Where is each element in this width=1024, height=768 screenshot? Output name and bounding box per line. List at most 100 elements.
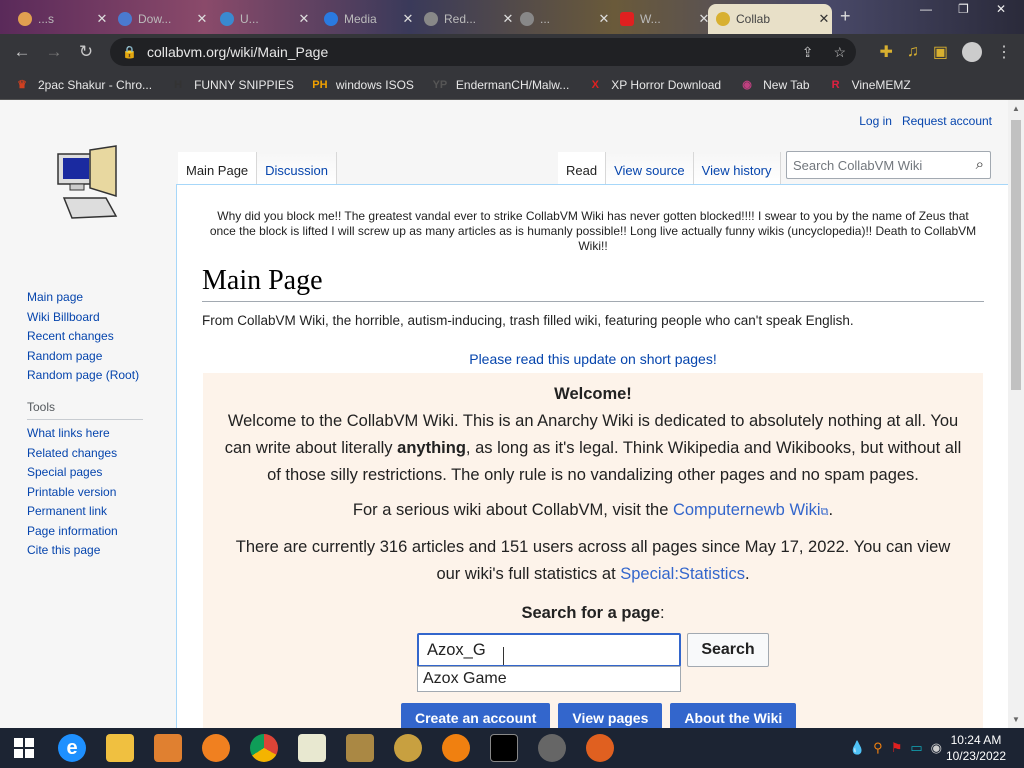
back-icon[interactable]: ←: [6, 42, 38, 62]
new-tab-button[interactable]: +: [840, 6, 851, 27]
menu-icon[interactable]: ⋮: [996, 42, 1012, 62]
login-link[interactable]: Log in: [859, 114, 892, 128]
bookmark-label: windows ISOS: [335, 77, 414, 92]
tab-favicon-icon: [220, 12, 234, 26]
browser-tab[interactable]: Red... ✕: [416, 4, 516, 34]
view-tabs: Read View source View history: [558, 152, 781, 184]
create-account-button[interactable]: Create an account: [401, 703, 551, 728]
browser-tab-active[interactable]: Collab ✕: [708, 4, 832, 34]
search-tray-icon[interactable]: ⚲: [873, 740, 883, 756]
bookmark-item[interactable]: YP EndermanCH/Malw...: [432, 77, 570, 93]
close-tab-icon[interactable]: ✕: [816, 11, 832, 27]
search-placeholder: Search CollabVM Wiki: [793, 157, 923, 173]
display-icon[interactable]: ▭: [910, 740, 922, 756]
minimize-icon[interactable]: —: [920, 2, 932, 16]
page-search-button[interactable]: Search: [687, 633, 769, 667]
bookmark-item[interactable]: PH windows ISOS: [312, 77, 414, 93]
profile-avatar[interactable]: [962, 42, 982, 62]
browser-tab[interactable]: Media ✕: [316, 4, 416, 34]
tab-discussion[interactable]: Discussion: [257, 152, 338, 184]
close-tab-icon[interactable]: ✕: [296, 11, 312, 27]
tab-view-history[interactable]: View history: [693, 152, 781, 184]
network-icon[interactable]: 💧: [849, 740, 865, 756]
bookmark-item[interactable]: ♛ 2pac Shakur - Chro...: [14, 77, 152, 93]
media-icon[interactable]: ♫: [907, 43, 919, 61]
magnifier-icon[interactable]: [432, 728, 480, 768]
restore-icon[interactable]: ❐: [958, 2, 969, 16]
sidebar-item-wiki-billboard[interactable]: Wiki Billboard: [27, 308, 143, 328]
scrollbar-thumb[interactable]: [1011, 120, 1021, 390]
file-explorer-icon[interactable]: [96, 728, 144, 768]
about-wiki-button[interactable]: About the Wiki: [670, 703, 797, 728]
request-account-link[interactable]: Request account: [902, 114, 992, 128]
bookmark-label: EndermanCH/Malw...: [455, 77, 570, 92]
close-tab-icon[interactable]: ✕: [94, 11, 110, 27]
reload-icon[interactable]: ↻: [70, 42, 102, 62]
browser-tab[interactable]: ...s ✕: [10, 4, 110, 34]
scroll-down-icon[interactable]: ▼: [1012, 715, 1020, 724]
forward-icon[interactable]: →: [38, 42, 70, 62]
media-player-icon[interactable]: [144, 728, 192, 768]
search-icon[interactable]: ⌕: [976, 156, 984, 173]
sidebar-item-related-changes[interactable]: Related changes: [27, 444, 143, 464]
close-tab-icon[interactable]: ✕: [596, 11, 612, 27]
start-button[interactable]: [0, 728, 48, 768]
dvd-icon[interactable]: [528, 728, 576, 768]
sidebar-item-random-page[interactable]: Random page: [27, 347, 143, 367]
clock-app-icon[interactable]: [336, 728, 384, 768]
close-tab-icon[interactable]: ✕: [400, 11, 416, 27]
close-tab-icon[interactable]: ✕: [194, 11, 210, 27]
browser-tab[interactable]: Dow... ✕: [110, 4, 210, 34]
page-scrollbar[interactable]: ▲ ▼: [1008, 100, 1024, 728]
internet-explorer-icon[interactable]: e: [48, 728, 96, 768]
short-pages-update-link[interactable]: Please read this update on short pages!: [469, 351, 717, 367]
newtab-icon: ◉: [742, 78, 752, 91]
action-buttons: Create an account View pages About the W…: [401, 703, 797, 728]
sidebar-item-printable-version[interactable]: Printable version: [27, 483, 143, 503]
sidebar-item-page-information[interactable]: Page information: [27, 522, 143, 542]
parrot-icon[interactable]: [576, 728, 624, 768]
close-window-icon[interactable]: ✕: [996, 2, 1006, 16]
extensions-icon[interactable]: ✚: [879, 42, 892, 62]
tab-main-page[interactable]: Main Page: [178, 152, 258, 184]
h-icon: H: [174, 78, 183, 91]
sidebar-item-special-pages[interactable]: Special pages: [27, 463, 143, 483]
bookmark-item[interactable]: ◉ New Tab: [739, 77, 809, 93]
tab-read[interactable]: Read: [558, 152, 607, 184]
bookmark-star-icon[interactable]: ☆: [833, 44, 846, 61]
browser-tab[interactable]: U... ✕: [212, 4, 312, 34]
page-search-input[interactable]: Azox_G: [417, 633, 681, 667]
bookmark-item[interactable]: X XP Horror Download: [587, 77, 722, 93]
search-suggestion[interactable]: Azox Game: [417, 666, 681, 692]
sidebar-item-main-page[interactable]: Main page: [27, 288, 143, 308]
side-panel-icon[interactable]: ▣: [933, 42, 948, 62]
command-prompt-icon[interactable]: [480, 728, 528, 768]
sidebar-item-permanent-link[interactable]: Permanent link: [27, 502, 143, 522]
bookmark-item[interactable]: R VineMEMZ: [828, 77, 911, 93]
url-text[interactable]: collabvm.org/wiki/Main_Page: [147, 44, 328, 60]
flag-icon[interactable]: ⚑: [891, 740, 903, 756]
share-icon[interactable]: ⇪: [802, 44, 814, 61]
sidebar-item-cite-this-page[interactable]: Cite this page: [27, 541, 143, 561]
view-pages-button[interactable]: View pages: [558, 703, 663, 728]
wiki-logo[interactable]: [50, 140, 124, 226]
sidebar-item-random-page-root[interactable]: Random page (Root): [27, 366, 143, 386]
chrome-icon[interactable]: [240, 728, 288, 768]
scroll-up-icon[interactable]: ▲: [1012, 104, 1020, 113]
notepad-icon[interactable]: [288, 728, 336, 768]
speaker-icon[interactable]: ◉: [931, 740, 942, 756]
disc-icon[interactable]: [384, 728, 432, 768]
browser-tab[interactable]: ... ✕: [512, 4, 612, 34]
taskbar-clock[interactable]: 10:24 AM 10/23/2022: [946, 732, 1006, 764]
computernewb-wiki-link[interactable]: Computernewb Wiki: [673, 501, 821, 519]
tab-view-source[interactable]: View source: [606, 152, 694, 184]
statistics-link[interactable]: Special:Statistics: [620, 565, 745, 583]
uc-browser-icon[interactable]: [192, 728, 240, 768]
bookmark-item[interactable]: H FUNNY SNIPPIES: [170, 77, 294, 93]
sidebar-item-recent-changes[interactable]: Recent changes: [27, 327, 143, 347]
wiki-search-input[interactable]: Search CollabVM Wiki ⌕: [786, 151, 991, 179]
address-bar[interactable]: 🔒 collabvm.org/wiki/Main_Page ⇪ ☆: [110, 38, 856, 66]
sidebar-item-what-links-here[interactable]: What links here: [27, 424, 143, 444]
text-cursor-icon: [503, 647, 511, 665]
browser-tab[interactable]: W... ✕: [612, 4, 712, 34]
